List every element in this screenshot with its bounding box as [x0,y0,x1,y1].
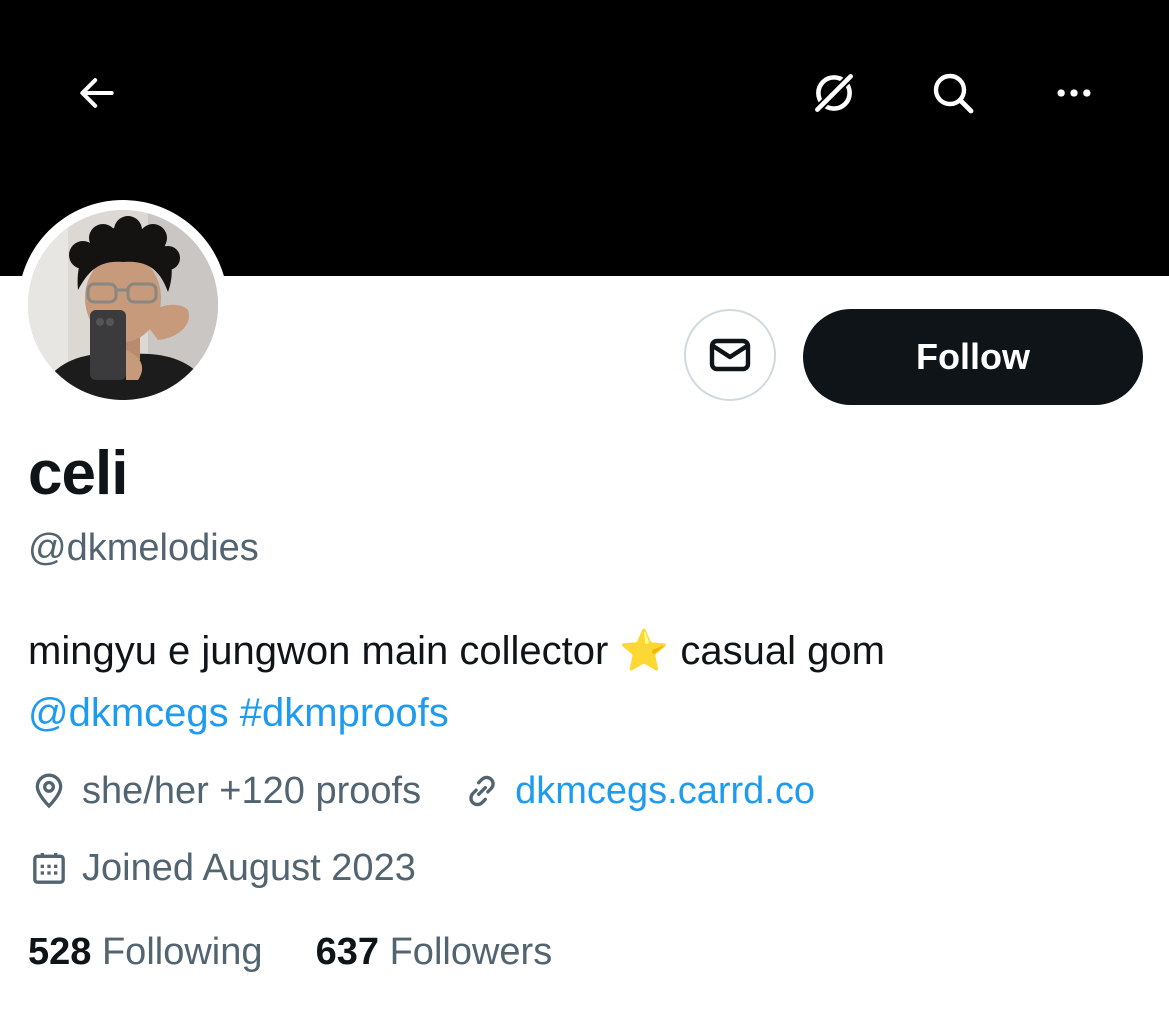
bio: mingyu e jungwon main collector ⭐ casual… [28,620,1138,744]
search-icon [933,73,974,114]
avatar[interactable] [28,210,218,400]
back-button[interactable] [61,57,133,129]
profile-meta-row: she/her +120 proofs dkmcegs.carrd.co [28,765,815,817]
followers-count: 637 [315,931,380,973]
display-name: celi [28,439,128,508]
bio-hashtag-link[interactable]: #dkmproofs [240,691,449,735]
website-link[interactable]: dkmcegs.carrd.co [515,765,815,817]
star-emoji: ⭐ [619,629,670,673]
joined-date: Joined August 2023 [82,847,416,889]
search-button[interactable] [917,57,989,129]
bio-text-after: casual gom [680,629,885,673]
arrow-left-icon [80,78,114,108]
grok-button[interactable] [798,57,870,129]
location-icon [28,770,70,812]
message-button[interactable] [684,309,776,401]
profile-page: Follow celi @dkmelodies mingyu e jungwon… [0,0,1169,1009]
envelope-icon [709,338,751,372]
followers-label: Followers [389,931,553,973]
more-horizontal-icon [1057,89,1091,97]
following-link[interactable]: 528 Following [28,931,273,973]
link-icon [461,770,503,812]
following-label: Following [101,931,263,973]
grok-icon [812,71,856,115]
followers-link[interactable]: 637 Followers [316,931,553,973]
calendar-icon [28,847,70,889]
follow-stats: 528 Following 637 Followers [28,926,552,978]
bio-mention-link[interactable]: @dkmcegs [28,691,229,735]
profile-photo [28,210,218,400]
more-button[interactable] [1038,57,1110,129]
location-text: she/her +120 proofs [82,770,422,812]
handle: @dkmelodies [28,527,259,569]
joined-row: Joined August 2023 [28,842,416,894]
following-count: 528 [28,931,92,973]
bio-text: mingyu e jungwon main collector [28,629,609,673]
follow-button[interactable]: Follow [803,309,1143,405]
